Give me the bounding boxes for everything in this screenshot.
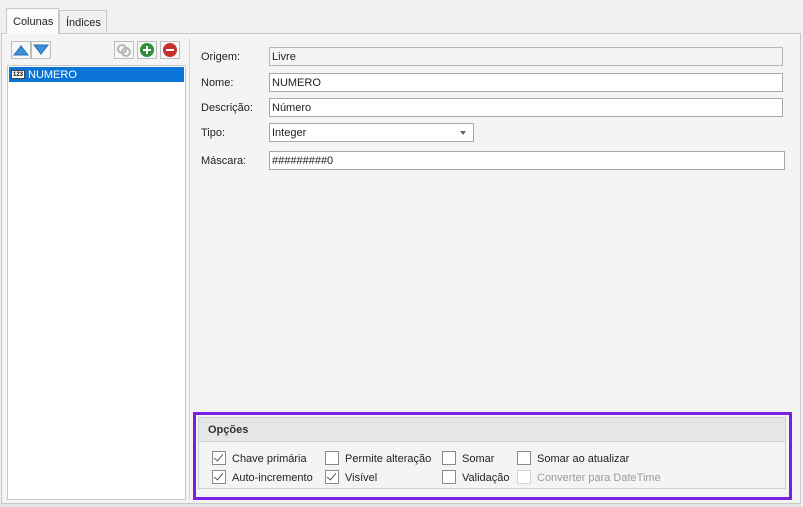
somar-checkbox[interactable]: [442, 451, 456, 465]
add-column-button[interactable]: [137, 41, 157, 59]
origem-field: Livre: [269, 47, 783, 66]
tipo-value: Integer: [272, 127, 307, 139]
permite-alteracao-checkbox[interactable]: [325, 451, 339, 465]
column-name: NUMERO: [28, 68, 77, 81]
move-down-button[interactable]: [31, 41, 51, 59]
chave-primaria-checkbox[interactable]: [212, 451, 226, 465]
pane-divider: [189, 38, 190, 500]
minus-circle-icon: [163, 43, 177, 57]
visivel-label: Visível: [345, 472, 378, 484]
move-up-button[interactable]: [11, 41, 31, 59]
check-icon: [326, 470, 337, 481]
columns-pane: 123 NUMERO: [7, 38, 186, 500]
validacao-checkbox[interactable]: [442, 470, 456, 484]
somar-label: Somar: [462, 453, 495, 465]
permite-alteracao-label: Permite alteração: [345, 453, 432, 465]
triangle-up-icon: [13, 45, 29, 56]
link-button[interactable]: [114, 41, 134, 59]
triangle-down-icon: [33, 44, 49, 55]
descricao-label: Descrição:: [201, 102, 253, 114]
converter-datetime-label: Converter para DateTime: [537, 472, 661, 484]
visivel-checkbox[interactable]: [325, 470, 339, 484]
plus-circle-icon: [140, 43, 154, 57]
columns-toolbar: [7, 38, 186, 62]
chevron-down-icon[interactable]: [460, 131, 466, 135]
nome-label: Nome:: [201, 77, 234, 89]
auto-incremento-label: Auto-incremento: [232, 472, 313, 484]
origem-label: Origem:: [201, 51, 241, 63]
tab-colunas[interactable]: Colunas: [6, 8, 59, 34]
options-header: Opções: [199, 418, 785, 442]
check-icon: [213, 451, 224, 462]
remove-column-button[interactable]: [160, 41, 180, 59]
list-item[interactable]: 123 NUMERO: [9, 67, 184, 82]
nome-input[interactable]: NUMERO: [269, 73, 783, 92]
somar-ao-atualizar-label: Somar ao atualizar: [537, 453, 630, 465]
mascara-input[interactable]: #########0: [269, 151, 785, 170]
tab-colunas-label: Colunas: [13, 16, 54, 28]
tipo-label: Tipo:: [201, 127, 226, 139]
options-title: Opções: [208, 424, 249, 436]
tab-indices[interactable]: Índices: [59, 10, 107, 33]
converter-datetime-checkbox[interactable]: [517, 470, 531, 484]
descricao-input[interactable]: Número: [269, 98, 783, 117]
columns-list[interactable]: 123 NUMERO: [7, 65, 186, 500]
tipo-select[interactable]: Integer: [269, 123, 474, 142]
tab-indices-label: Índices: [66, 17, 101, 29]
somar-ao-atualizar-checkbox[interactable]: [517, 451, 531, 465]
check-icon: [213, 470, 224, 481]
mascara-label: Máscara:: [201, 155, 247, 167]
auto-incremento-checkbox[interactable]: [212, 470, 226, 484]
link-icon: [117, 44, 131, 57]
integer-type-icon: 123: [11, 70, 25, 79]
validacao-label: Validação: [462, 472, 510, 484]
chave-primaria-label: Chave primária: [232, 453, 307, 465]
